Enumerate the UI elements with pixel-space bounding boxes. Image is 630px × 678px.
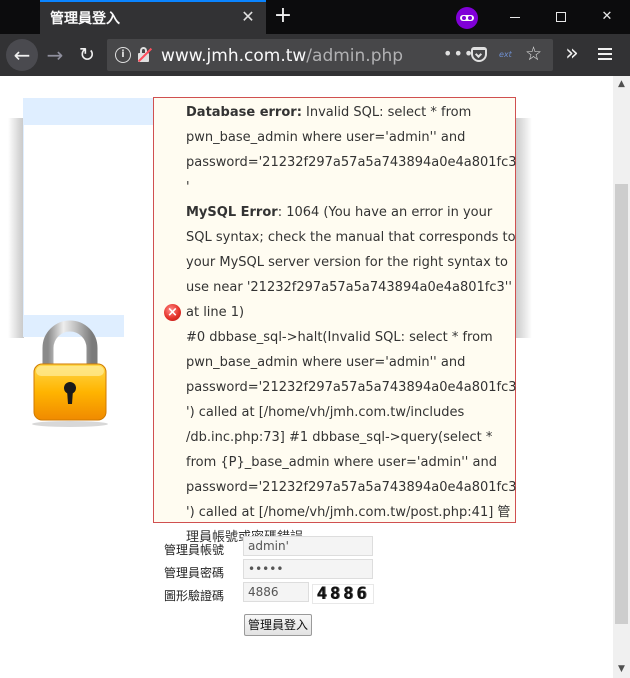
site-info-icon[interactable]: i [115,47,131,63]
maximize-button[interactable] [538,0,584,34]
url-host: www.jmh.com.tw [161,46,307,66]
vertical-scrollbar[interactable]: ▲ ▼ [613,76,630,678]
stack-trace-text: #0 dbbase_sql->halt(Invalid SQL: select … [186,330,517,545]
mysql-error-text: : 1064 (You have an error in your SQL sy… [186,205,516,320]
password-input[interactable] [243,559,373,579]
url-text[interactable]: www.jmh.com.tw/admin.php [161,46,403,66]
browser-tab[interactable]: 管理員登入 ✕ [40,0,266,34]
page-actions-button[interactable]: ••• [443,44,474,63]
captcha-label: 圖形驗證碼 [164,589,225,603]
error-message: Database error: Invalid SQL: select * fr… [186,100,518,550]
login-button[interactable]: 管理員登入 [244,614,313,636]
password-label: 管理員密碼 [164,566,225,580]
mysql-error-label: MySQL Error [186,205,278,220]
pocket-icon[interactable] [471,47,487,62]
insecure-lock-icon[interactable] [137,46,153,64]
captcha-input[interactable] [243,582,309,602]
username-input[interactable] [243,536,373,556]
panel-shadow-left [8,118,24,338]
username-label: 管理員帳號 [164,543,225,557]
login-panel [23,125,154,315]
sql-error-box: × Database error: Invalid SQL: select * … [153,97,517,545]
forward-button[interactable]: → [44,43,66,67]
hamburger-menu-icon[interactable] [598,47,612,61]
maximize-icon [556,12,566,22]
login-form: 管理員帳號 管理員密碼 圖形驗證碼 4886 管理員登入 [164,536,384,636]
overflow-chevron-icon[interactable]: » [562,41,582,67]
extension-icon[interactable]: ext [499,50,512,59]
scrollbar-thumb[interactable] [615,184,628,624]
captcha-image[interactable]: 4886 [312,584,374,604]
login-panel-header [23,98,154,125]
close-icon: ✕ [601,9,613,24]
url-path: /admin.php [306,46,404,66]
tab-title: 管理員登入 [50,11,120,27]
new-tab-button[interactable]: + [272,4,294,28]
address-bar[interactable]: i www.jmh.com.tw/admin.php ••• ext ☆ [107,39,553,71]
bookmark-star-icon[interactable]: ☆ [525,43,542,65]
scroll-up-arrow-icon[interactable]: ▲ [613,76,630,93]
minimize-button[interactable] [492,0,538,34]
back-button[interactable]: ← [6,39,38,71]
close-tab-icon[interactable]: ✕ [240,9,256,25]
navigation-bar: ← → ↻ i www.jmh.com.tw/admin.php ••• ext… [0,34,630,76]
private-browsing-icon [456,7,478,29]
db-error-label: Database error: [186,105,302,120]
page-content: × Database error: Invalid SQL: select * … [0,76,630,678]
scroll-down-arrow-icon[interactable]: ▼ [613,661,630,678]
reload-button[interactable]: ↻ [76,43,98,67]
close-window-button[interactable]: ✕ [584,0,630,34]
error-icon: × [164,304,181,321]
tab-bar: 管理員登入 ✕ + ✕ [0,0,630,34]
minimize-icon [510,17,520,18]
padlock-icon [32,320,108,427]
